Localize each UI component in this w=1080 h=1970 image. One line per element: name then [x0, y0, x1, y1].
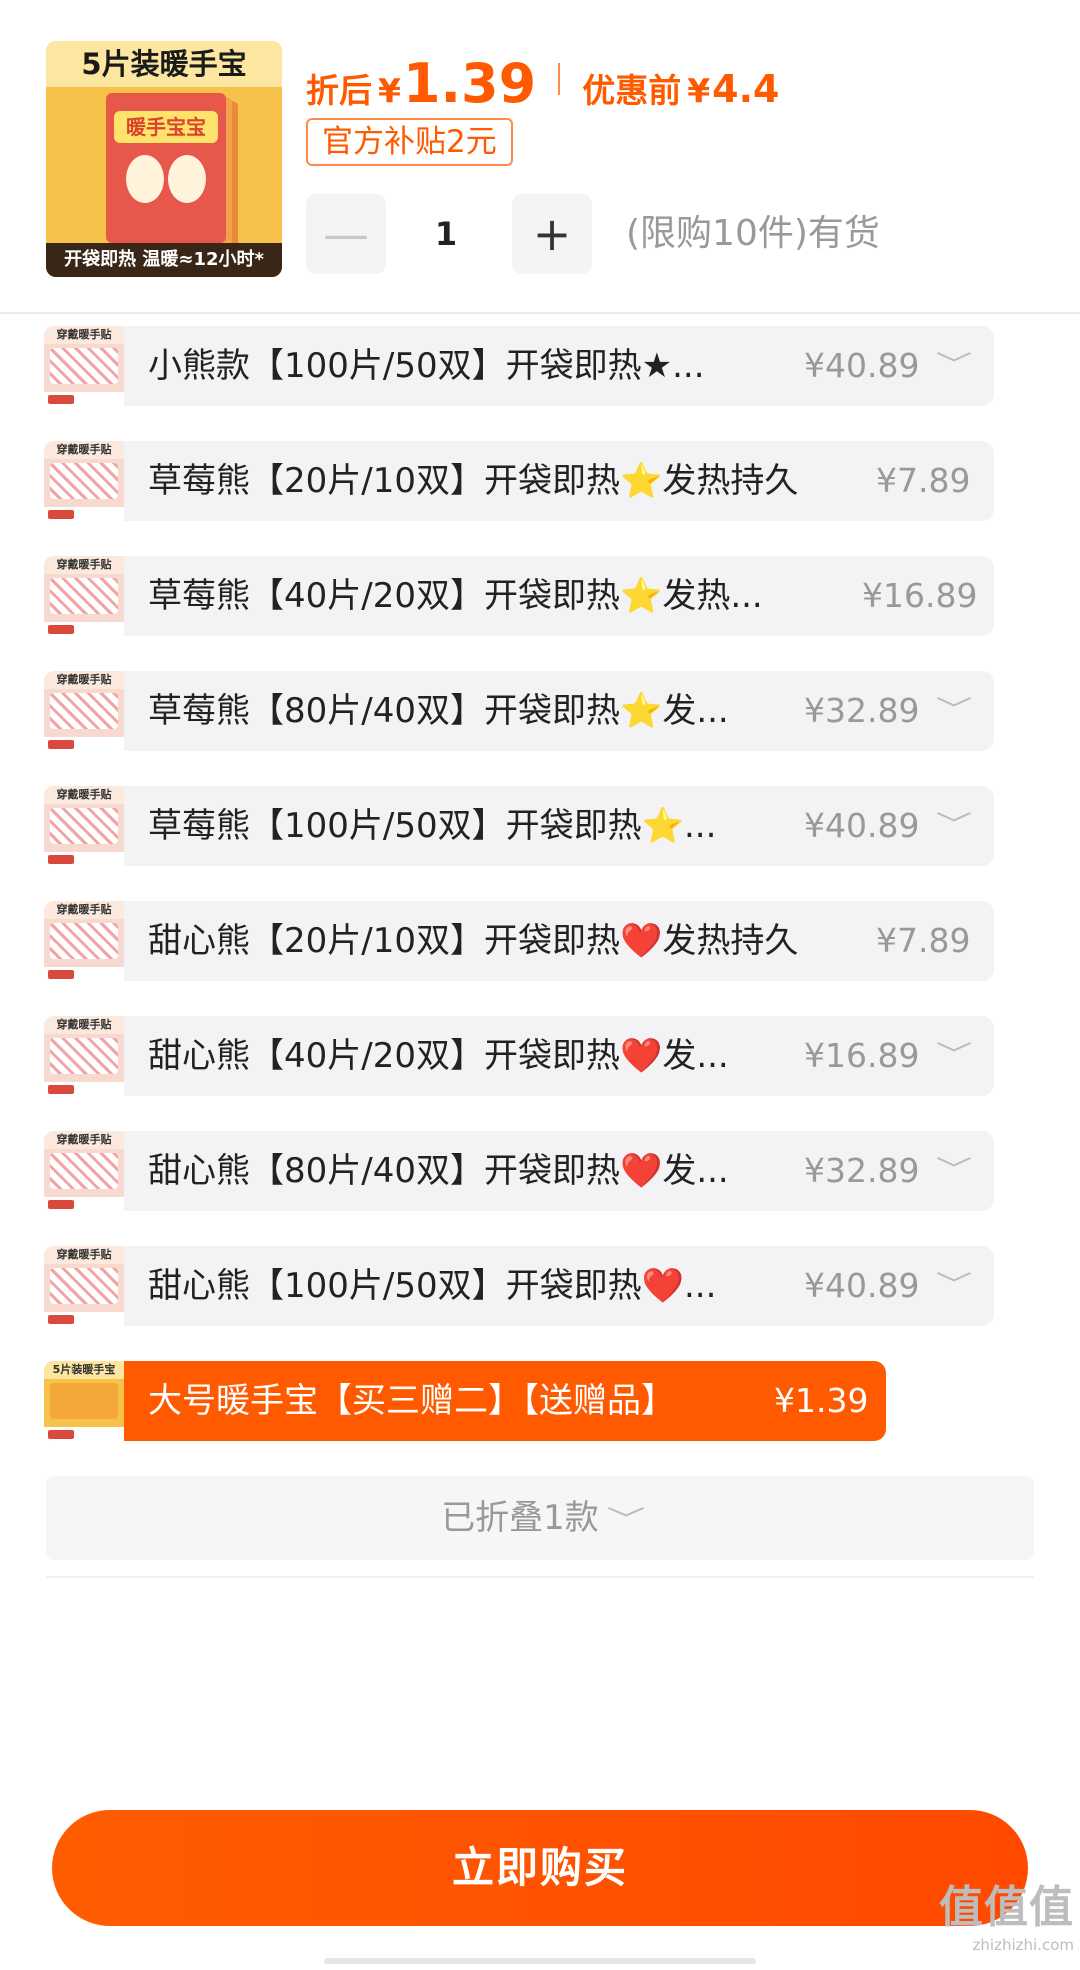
- product-pack-title: 暖手宝宝: [114, 111, 218, 143]
- minus-icon: —: [323, 207, 369, 261]
- sku-price: ¥40.89: [804, 346, 920, 385]
- sku-thumbnail: 穿戴暖手贴: [44, 901, 124, 981]
- sku-price: ¥40.89: [804, 1266, 920, 1305]
- sku-option[interactable]: 穿戴暖手贴 甜心熊【80片/40双】开袋即热❤️发... ¥32.89 ﹀: [44, 1131, 994, 1211]
- egg-mascot-icon: [168, 155, 206, 203]
- sku-thumbnail: 5片装暖手宝: [44, 1361, 124, 1441]
- product-image-caption: 开袋即热 温暖≈12小时*: [46, 243, 282, 277]
- chevron-down-icon: ﹀: [606, 1506, 646, 1536]
- sku-price: ¥16.89: [862, 576, 978, 615]
- price-row: 折后 ¥ 1.39 优惠前 ¥ 4.4: [306, 52, 780, 115]
- sku-label: 小熊款【100片/50双】开袋即热★...: [148, 346, 705, 386]
- sku-thumbnail: 穿戴暖手贴: [44, 441, 124, 521]
- sku-option[interactable]: 穿戴暖手贴 甜心熊【100片/50双】开袋即热❤️... ¥40.89 ﹀: [44, 1246, 994, 1326]
- quantity-value[interactable]: 1: [390, 194, 502, 274]
- sku-label: 甜心熊【80片/40双】开袋即热❤️发...: [148, 1151, 729, 1191]
- stock-status: (限购10件)有货: [626, 213, 880, 254]
- sku-price: ¥7.89: [876, 921, 971, 960]
- watermark: 值值值 zhizhizhi.com: [928, 1882, 1074, 1964]
- chevron-down-icon[interactable]: ﹀: [926, 1131, 982, 1211]
- sku-option-selected[interactable]: 5片装暖手宝 大号暖手宝【买三赠二】【送赠品】 ¥1.39: [44, 1361, 886, 1441]
- sku-price: ¥40.89: [804, 806, 920, 845]
- sku-label: 草莓熊【40片/20双】开袋即热⭐发热...: [148, 576, 763, 616]
- sku-label: 甜心熊【40片/20双】开袋即热❤️发...: [148, 1036, 729, 1076]
- watermark-url: zhizhizhi.com: [972, 1936, 1074, 1954]
- egg-mascot-icon: [126, 155, 164, 203]
- sku-label: 草莓熊【100片/50双】开袋即热⭐...: [148, 806, 717, 846]
- watermark-logo: 值值值: [939, 1882, 1074, 1933]
- chevron-down-icon[interactable]: ﹀: [926, 671, 982, 751]
- folded-options-label: 已折叠1款: [441, 1498, 599, 1538]
- sku-option[interactable]: 穿戴暖手贴 草莓熊【20片/10双】开袋即热⭐发热持久 ¥7.89: [44, 441, 994, 521]
- sku-option[interactable]: 穿戴暖手贴 甜心熊【40片/20双】开袋即热❤️发... ¥16.89 ﹀: [44, 1016, 994, 1096]
- sku-option[interactable]: 穿戴暖手贴 草莓熊【100片/50双】开袋即热⭐... ¥40.89 ﹀: [44, 786, 994, 866]
- folded-options-toggle[interactable]: 已折叠1款 ﹀: [46, 1476, 1034, 1560]
- buy-now-button[interactable]: 立即购买: [52, 1810, 1028, 1926]
- sku-option[interactable]: 穿戴暖手贴 小熊款【100片/50双】开袋即热★... ¥40.89 ﹀: [44, 326, 994, 406]
- chevron-down-icon[interactable]: ﹀: [926, 1246, 982, 1326]
- sku-label: 甜心熊【100片/50双】开袋即热❤️...: [148, 1266, 717, 1306]
- sku-price: ¥32.89: [804, 1151, 920, 1190]
- sku-thumbnail: 穿戴暖手贴: [44, 1016, 124, 1096]
- product-pack-graphic: 暖手宝宝: [106, 93, 226, 243]
- sku-thumbnail: 穿戴暖手贴: [44, 1131, 124, 1211]
- product-image-title: 5片装暖手宝: [46, 41, 282, 87]
- price-divider: [558, 63, 561, 95]
- sku-thumbnail: 穿戴暖手贴: [44, 326, 124, 406]
- after-discount-price: 1.39: [402, 52, 537, 115]
- sku-thumbnail: 穿戴暖手贴: [44, 786, 124, 866]
- sku-option[interactable]: 穿戴暖手贴 草莓熊【40片/20双】开袋即热⭐发热... ¥16.89: [44, 556, 994, 636]
- sku-label: 草莓熊【20片/10双】开袋即热⭐发热持久: [148, 461, 799, 501]
- sku-price: ¥7.89: [876, 461, 971, 500]
- chevron-down-icon[interactable]: ﹀: [926, 326, 982, 406]
- sku-price: ¥1.39: [774, 1381, 869, 1420]
- quantity-increase-button[interactable]: +: [512, 194, 592, 274]
- sku-thumbnail: 穿戴暖手贴: [44, 671, 124, 751]
- divider: [46, 1576, 1034, 1578]
- chevron-down-icon[interactable]: ﹀: [926, 1016, 982, 1096]
- sku-option[interactable]: 穿戴暖手贴 草莓熊【80片/40双】开袋即热⭐发... ¥32.89 ﹀: [44, 671, 994, 751]
- sku-thumbnail: 穿戴暖手贴: [44, 1246, 124, 1326]
- sku-label: 甜心熊【20片/10双】开袋即热❤️发热持久: [148, 921, 799, 961]
- product-image[interactable]: 5片装暖手宝 暖手宝宝 开袋即热 温暖≈12小时*: [46, 41, 282, 277]
- sku-price: ¥32.89: [804, 691, 920, 730]
- before-discount-label: 优惠前: [582, 71, 682, 110]
- quantity-decrease-button[interactable]: —: [306, 194, 386, 274]
- sku-thumbnail: 穿戴暖手贴: [44, 556, 124, 636]
- sku-label: 草莓熊【80片/40双】开袋即热⭐发...: [148, 691, 729, 731]
- chevron-down-icon[interactable]: ﹀: [926, 786, 982, 866]
- currency-symbol: ¥: [687, 71, 711, 110]
- before-discount-price: 4.4: [712, 67, 780, 111]
- sku-option[interactable]: 穿戴暖手贴 甜心熊【20片/10双】开袋即热❤️发热持久 ¥7.89: [44, 901, 994, 981]
- sku-label: 大号暖手宝【买三赠二】【送赠品】: [148, 1381, 675, 1421]
- subsidy-badge: 官方补贴2元: [306, 118, 513, 166]
- product-summary: 5片装暖手宝 暖手宝宝 开袋即热 温暖≈12小时* 折后 ¥ 1.39 优惠前 …: [0, 0, 1080, 314]
- plus-icon: +: [532, 207, 572, 261]
- sku-price: ¥16.89: [804, 1036, 920, 1075]
- after-discount-label: 折后: [306, 71, 372, 110]
- home-indicator[interactable]: [324, 1958, 756, 1964]
- currency-symbol: ¥: [378, 71, 401, 110]
